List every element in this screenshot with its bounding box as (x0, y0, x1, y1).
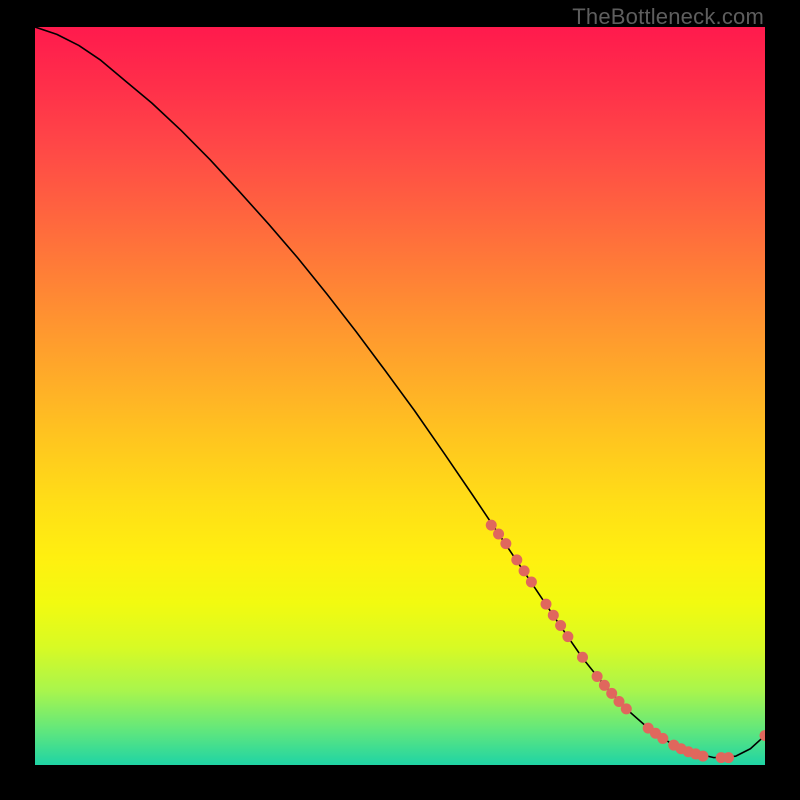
data-marker (592, 671, 603, 682)
chart-svg (35, 27, 765, 765)
data-marker (621, 703, 632, 714)
data-marker (657, 733, 668, 744)
data-marker (493, 529, 504, 540)
data-marker (511, 554, 522, 565)
data-marker (519, 565, 530, 576)
data-marker (697, 751, 708, 762)
data-marker (548, 610, 559, 621)
data-marker (555, 620, 566, 631)
data-marker (486, 520, 497, 531)
marker-group (486, 520, 765, 763)
plot-area (35, 27, 765, 765)
data-marker (541, 599, 552, 610)
data-marker (723, 752, 734, 763)
data-marker (562, 631, 573, 642)
data-marker (577, 652, 588, 663)
curve-line (35, 27, 765, 758)
data-marker (500, 538, 511, 549)
data-marker (526, 576, 537, 587)
chart-frame: TheBottleneck.com (0, 0, 800, 800)
